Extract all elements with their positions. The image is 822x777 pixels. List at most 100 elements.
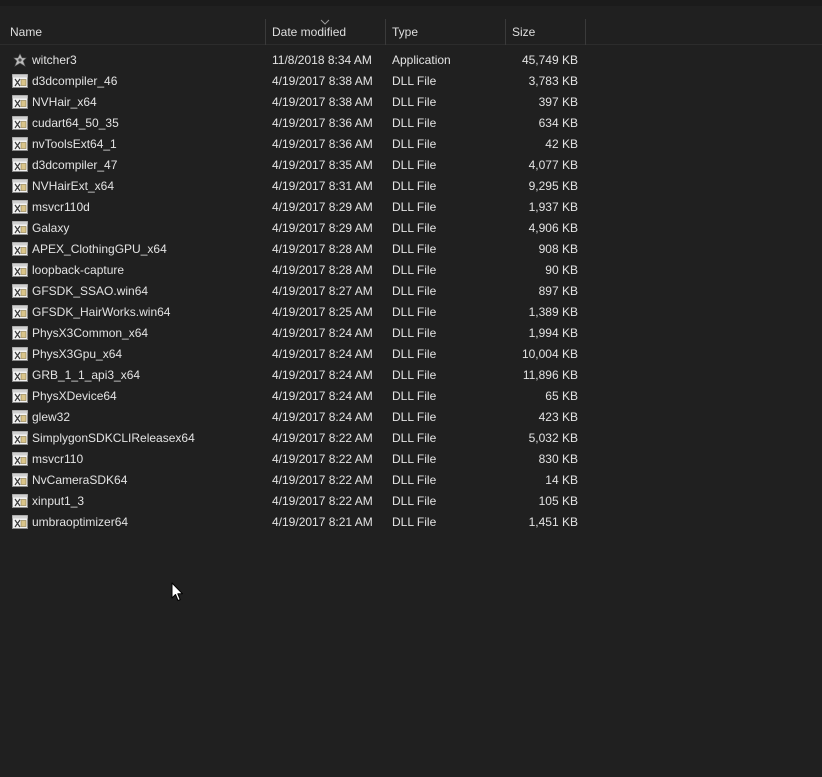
file-date-modified: 4/19/2017 8:25 AM	[272, 305, 373, 319]
file-type: DLL File	[392, 452, 437, 466]
file-size: 1,937 KB	[528, 200, 578, 214]
file-type: DLL File	[392, 116, 437, 130]
file-date-modified: 4/19/2017 8:24 AM	[272, 326, 373, 340]
file-date-modified: 4/19/2017 8:22 AM	[272, 494, 373, 508]
file-date-modified: 4/19/2017 8:24 AM	[272, 389, 373, 403]
dll-file-icon	[12, 95, 28, 109]
file-type: DLL File	[392, 158, 437, 172]
file-row[interactable]: d3dcompiler_47 4/19/2017 8:35 AM DLL File 4…	[0, 155, 822, 176]
dll-file-icon	[12, 200, 28, 214]
file-name: loopback-capture	[32, 263, 125, 277]
column-header-type[interactable]: Type	[386, 19, 506, 45]
file-row[interactable]: NvCameraSDK64 4/19/2017 8:22 AM DLL File 14…	[0, 470, 822, 491]
dll-file-icon	[12, 473, 28, 487]
file-row[interactable]: NVHairExt_x64 4/19/2017 8:31 AM DLL File 9,…	[0, 176, 822, 197]
file-size: 65 KB	[545, 389, 578, 403]
dll-file-icon	[12, 452, 28, 466]
file-name: msvcr110	[32, 452, 84, 466]
file-row[interactable]: msvcr110d 4/19/2017 8:29 AM DLL File 1,937 …	[0, 197, 822, 218]
file-date-modified: 4/19/2017 8:22 AM	[272, 431, 373, 445]
dll-file-icon	[12, 158, 28, 172]
file-type: DLL File	[392, 494, 437, 508]
dll-file-icon	[12, 326, 28, 340]
file-row[interactable]: PhysX3Common_x64 4/19/2017 8:24 AM DLL Fil…	[0, 323, 822, 344]
dll-file-icon	[12, 347, 28, 361]
file-name: umbraoptimizer64	[32, 515, 129, 529]
file-row[interactable]: APEX_ClothingGPU_x64 4/19/2017 8:28 AM DLL…	[0, 239, 822, 260]
file-date-modified: 4/19/2017 8:38 AM	[272, 74, 373, 88]
dll-file-icon	[12, 494, 28, 508]
file-type: DLL File	[392, 95, 437, 109]
file-row[interactable]: Galaxy 4/19/2017 8:29 AM DLL File 4,906 KB	[0, 218, 822, 239]
file-row[interactable]: d3dcompiler_46 4/19/2017 8:38 AM DLL File 3…	[0, 71, 822, 92]
file-size: 105 KB	[538, 494, 578, 508]
file-date-modified: 4/19/2017 8:35 AM	[272, 158, 373, 172]
column-header-row: Name Date modified Type Size	[0, 19, 822, 45]
dll-file-icon	[12, 221, 28, 235]
file-row[interactable]: GFSDK_SSAO.win64 4/19/2017 8:27 AM DLL Fil…	[0, 281, 822, 302]
file-name: NVHair_x64	[32, 95, 97, 109]
column-header-name[interactable]: Name	[4, 19, 266, 45]
dll-file-icon	[12, 410, 28, 424]
file-size: 9,295 KB	[528, 179, 578, 193]
mouse-cursor-icon	[171, 582, 183, 601]
file-type: DLL File	[392, 179, 437, 193]
file-row[interactable]: GFSDK_HairWorks.win64 4/19/2017 8:25 AM DL…	[0, 302, 822, 323]
file-type: DLL File	[392, 137, 437, 151]
file-row[interactable]: msvcr110 4/19/2017 8:22 AM DLL File 830 KB	[0, 449, 822, 470]
file-type: DLL File	[392, 389, 437, 403]
file-size: 11,896 KB	[522, 368, 578, 382]
file-type: DLL File	[392, 347, 437, 361]
file-date-modified: 4/19/2017 8:27 AM	[272, 284, 373, 298]
file-size: 423 KB	[538, 410, 578, 424]
file-date-modified: 4/19/2017 8:29 AM	[272, 200, 373, 214]
dll-file-icon	[12, 116, 28, 130]
file-row[interactable]: SimplygonSDKCLIReleasex64 4/19/2017 8:22 …	[0, 428, 822, 449]
file-name: cudart64_50_35	[32, 116, 119, 130]
file-name: msvcr110d	[32, 200, 90, 214]
file-name: glew32	[32, 410, 71, 424]
file-name: SimplygonSDKCLIReleasex64	[32, 431, 195, 445]
file-row[interactable]: GRB_1_1_api3_x64 4/19/2017 8:24 AM DLL Fil…	[0, 365, 822, 386]
file-size: 4,906 KB	[528, 221, 578, 235]
file-row[interactable]: glew32 4/19/2017 8:24 AM DLL File 423 KB	[0, 407, 822, 428]
file-size: 14 KB	[545, 473, 578, 487]
file-row[interactable]: loopback-capture 4/19/2017 8:28 AM DLL Fil…	[0, 260, 822, 281]
file-date-modified: 4/19/2017 8:21 AM	[272, 515, 373, 529]
dll-file-icon	[12, 179, 28, 193]
dll-file-icon	[12, 284, 28, 298]
file-type: DLL File	[392, 431, 437, 445]
file-row[interactable]: cudart64_50_35 4/19/2017 8:36 AM DLL File 6…	[0, 113, 822, 134]
file-date-modified: 4/19/2017 8:38 AM	[272, 95, 373, 109]
file-row[interactable]: nvToolsExt64_1 4/19/2017 8:36 AM DLL File 4…	[0, 134, 822, 155]
file-size: 897 KB	[538, 284, 578, 298]
file-size: 5,032 KB	[528, 431, 578, 445]
file-type: DLL File	[392, 305, 437, 319]
file-name: GRB_1_1_api3_x64	[32, 368, 141, 382]
file-row[interactable]: umbraoptimizer64 4/19/2017 8:21 AM DLL Fil…	[0, 512, 822, 533]
file-date-modified: 4/19/2017 8:36 AM	[272, 137, 373, 151]
file-name: d3dcompiler_47	[32, 158, 118, 172]
file-date-modified: 4/19/2017 8:28 AM	[272, 242, 373, 256]
file-row[interactable]: xinput1_3 4/19/2017 8:22 AM DLL File 105 KB	[0, 491, 822, 512]
file-name: nvToolsExt64_1	[32, 137, 117, 151]
file-row[interactable]: PhysXDevice64 4/19/2017 8:24 AM DLL File 65…	[0, 386, 822, 407]
file-row[interactable]: NVHair_x64 4/19/2017 8:38 AM DLL File 397 K…	[0, 92, 822, 113]
file-size: 3,783 KB	[528, 74, 578, 88]
dll-file-icon	[12, 431, 28, 445]
breadcrumb[interactable]	[0, 0, 822, 6]
file-size: 1,994 KB	[528, 326, 578, 340]
file-size: 4,077 KB	[528, 158, 578, 172]
file-row[interactable]: witcher3 11/8/2018 8:34 AM Application 45,7…	[0, 50, 822, 71]
file-date-modified: 4/19/2017 8:36 AM	[272, 116, 373, 130]
file-date-modified: 11/8/2018 8:34 AM	[272, 53, 372, 67]
file-row[interactable]: PhysX3Gpu_x64 4/19/2017 8:24 AM DLL File 10…	[0, 344, 822, 365]
column-header-size[interactable]: Size	[506, 19, 586, 45]
dll-file-icon	[12, 515, 28, 529]
file-size: 90 KB	[545, 263, 578, 277]
file-date-modified: 4/19/2017 8:24 AM	[272, 347, 373, 361]
file-size: 830 KB	[538, 452, 578, 466]
sort-descending-icon	[320, 19, 330, 25]
dll-file-icon	[12, 74, 28, 88]
file-size: 1,389 KB	[528, 305, 578, 319]
